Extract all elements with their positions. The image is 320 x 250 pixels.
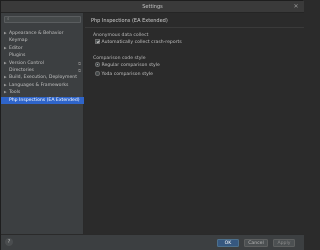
radio-icon[interactable] bbox=[95, 71, 100, 76]
sidebar-item-label: Directories bbox=[9, 67, 34, 73]
sidebar-item-tools[interactable]: ▶ Tools bbox=[1, 89, 84, 96]
settings-sidebar: ⌕ ▶ Appearance & Behavior Keymap ▶ Editor … bbox=[1, 13, 84, 234]
settings-tree: ▶ Appearance & Behavior Keymap ▶ Editor Pl… bbox=[1, 30, 84, 104]
radio-icon[interactable] bbox=[95, 62, 100, 67]
help-icon[interactable]: ? bbox=[5, 238, 13, 246]
sidebar-item-directories[interactable]: Directories ⧉ bbox=[1, 67, 84, 74]
settings-search[interactable]: ⌕ bbox=[4, 16, 81, 23]
title-bar: Settings ✕ bbox=[1, 1, 304, 13]
yoda-comparison-radio[interactable]: Yoda comparison style bbox=[95, 71, 153, 78]
sidebar-item-editor[interactable]: ▶ Editor bbox=[1, 45, 84, 52]
ok-button[interactable]: OK bbox=[217, 239, 239, 247]
project-settings-icon: ⧉ bbox=[78, 67, 81, 73]
project-settings-icon: ⧉ bbox=[78, 60, 81, 66]
settings-dialog: Settings ✕ ⌕ ▶ Appearance & Behavior Keym… bbox=[0, 0, 304, 250]
window-title: Settings bbox=[142, 4, 163, 10]
close-icon[interactable]: ✕ bbox=[292, 3, 300, 11]
settings-content: Php Inspections (EA Extended) Anonymous … bbox=[85, 13, 304, 234]
search-input[interactable] bbox=[13, 17, 79, 22]
checkbox-label: Automatically collect crash-reports bbox=[101, 40, 182, 45]
anonymous-data-group-title: Anonymous data collect bbox=[93, 33, 149, 38]
sidebar-item-label: Languages & Frameworks bbox=[9, 82, 69, 88]
sidebar-item-label: Keymap bbox=[9, 38, 28, 44]
sidebar-item-label: Plugins bbox=[9, 53, 26, 59]
sidebar-item-keymap[interactable]: Keymap bbox=[1, 37, 84, 44]
sidebar-item-label: Appearance & Behavior bbox=[9, 31, 64, 36]
sidebar-item-languages-frameworks[interactable]: ▶ Languages & Frameworks bbox=[1, 82, 84, 89]
checkbox-icon[interactable] bbox=[95, 39, 100, 44]
radio-label: Yoda comparison style bbox=[101, 72, 154, 77]
regular-comparison-radio[interactable]: Regular comparison style bbox=[95, 62, 160, 69]
page-title: Php Inspections (EA Extended) bbox=[91, 18, 168, 24]
sidebar-item-label: Build, Execution, Deployment bbox=[9, 75, 78, 81]
apply-button[interactable]: Apply bbox=[273, 239, 295, 247]
sidebar-item-plugins[interactable]: Plugins bbox=[1, 52, 84, 59]
radio-label: Regular comparison style bbox=[101, 63, 160, 68]
collect-crash-reports-checkbox[interactable]: Automatically collect crash-reports bbox=[95, 39, 182, 46]
sidebar-item-appearance-behavior[interactable]: ▶ Appearance & Behavior bbox=[1, 30, 84, 37]
sidebar-item-build-execution-deployment[interactable]: ▶ Build, Execution, Deployment bbox=[1, 74, 84, 81]
sidebar-item-php-inspections[interactable]: Php Inspections (EA Extended) bbox=[1, 96, 84, 104]
comparison-style-group-title: Comparison code style bbox=[93, 56, 146, 61]
divider bbox=[85, 27, 304, 28]
sidebar-item-label: Editor bbox=[9, 45, 23, 51]
sidebar-item-label: Tools bbox=[9, 90, 21, 96]
sidebar-item-label: Php Inspections (EA Extended) bbox=[9, 97, 80, 103]
cancel-button[interactable]: Cancel bbox=[244, 239, 268, 247]
sidebar-item-label: Version Control bbox=[9, 60, 44, 66]
search-icon: ⌕ bbox=[7, 17, 10, 22]
sidebar-item-version-control[interactable]: ▶ Version Control ⧉ bbox=[1, 60, 84, 67]
dialog-footer: ? OK Cancel Apply bbox=[1, 234, 304, 250]
